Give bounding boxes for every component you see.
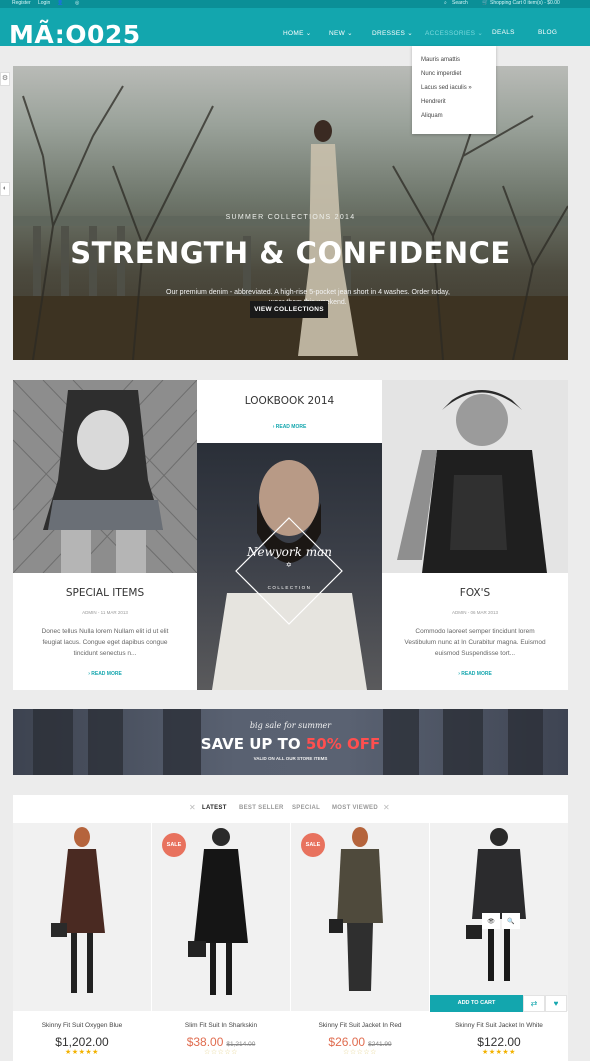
product-name[interactable]: Skinny Fit Suit Oxygen Blue — [13, 1022, 151, 1029]
cart-icon[interactable]: 🛒 — [482, 0, 488, 6]
lookbook-photo: Newyork man ✡ COLLECTION — [197, 443, 382, 690]
accessories-dropdown-menu: Mauris amattis Nunc imperdiet Lacus sed … — [412, 46, 496, 134]
quick-view-button[interactable]: 👁 — [482, 913, 500, 929]
product-price: $1,202.00 — [55, 1035, 109, 1049]
lookbook-badge-title: Newyork man — [247, 545, 332, 559]
register-link[interactable]: Register — [12, 0, 31, 6]
product-tabs: ✕ LATEST BEST SELLER SPECIAL MOST VIEWED… — [13, 795, 568, 823]
feature-card-special-items[interactable]: SPECIAL ITEMS ADMIN - 11 MAR 2013 Donec … — [13, 380, 197, 690]
product-rating: ★★★★★ — [482, 1049, 516, 1056]
user-icon[interactable]: 👤 — [57, 0, 63, 6]
product-image — [13, 823, 151, 1011]
feature-card-lookbook[interactable]: LOOKBOOK 2014 › READ MORE Newyork man ✡ … — [197, 380, 382, 690]
product-card[interactable]: SALE Skinny Fit Suit Jacket In Red $26.0… — [291, 823, 429, 1061]
gear-icon: ⚙ — [1, 75, 9, 82]
heart-icon: ♥ — [553, 999, 559, 1008]
language-icon[interactable]: ◎ — [75, 0, 79, 6]
main-header: MÃ:O025 HOME ⌄ NEW ⌄ DRESSES ⌄ ACCESSORI… — [0, 8, 590, 49]
zoom-button[interactable]: 🔍 — [502, 913, 520, 929]
tab-special[interactable]: SPECIAL — [292, 805, 320, 811]
tabs-right-decoration: ✕ — [383, 803, 390, 812]
lookbook-title: LOOKBOOK 2014 — [244, 395, 335, 407]
dropdown-item-aliquam[interactable]: Aliquam — [421, 113, 443, 119]
foxs-read-more[interactable]: › READ MORE — [382, 671, 568, 677]
theme-side-tab[interactable]: ◐ — [0, 182, 10, 196]
hero-headline: STRENGTH & CONFIDENCE — [70, 236, 511, 270]
special-items-read-more[interactable]: › READ MORE — [13, 671, 197, 677]
cart-label: ADD TO CART — [457, 1000, 496, 1006]
product-rating: ★★★★★ — [65, 1049, 99, 1056]
contrast-icon: ◐ — [2, 185, 8, 192]
dropdown-item-lacus[interactable]: Lacus sed iaculis » — [421, 85, 472, 91]
compare-button[interactable]: ⇄ — [523, 995, 545, 1012]
wishlist-button[interactable]: ♥ — [545, 995, 567, 1012]
product-name[interactable]: Skinny Fit Suit Jacket In White — [430, 1022, 568, 1029]
store-logo[interactable]: MÃ:O025 — [9, 20, 141, 49]
product-card[interactable]: Skinny Fit Suit Oxygen Blue $1,202.00 ★★… — [13, 823, 151, 1061]
product-old-price: $1,214.00 — [226, 1041, 256, 1048]
summer-sale-banner[interactable]: big sale for summer SAVE UP TO 50% OFF V… — [13, 709, 568, 775]
special-items-title: SPECIAL ITEMS — [65, 587, 145, 599]
view-collections-button[interactable]: VIEW COLLECTIONS — [250, 301, 328, 318]
product-price: $122.00 — [477, 1035, 521, 1049]
tab-most-viewed[interactable]: MOST VIEWED — [332, 805, 378, 811]
feature-card-foxs[interactable]: FOX'S ADMIN - 06 MAR 2013 Commodo laoree… — [382, 380, 568, 690]
star-icon: ✡ — [285, 562, 294, 569]
banner-note: VALID ON ALL OUR STORE ITEMS — [253, 756, 328, 761]
eye-icon: 👁 — [487, 919, 495, 925]
sale-badge: SALE — [301, 833, 325, 857]
lookbook-badge-subtitle: COLLECTION — [267, 585, 312, 590]
top-bar: Register Login 👤 ◎ ⌕ Search 🛒 Shopping C… — [0, 0, 590, 8]
add-to-cart-button[interactable]: ADD TO CART — [430, 995, 523, 1012]
sale-badge: SALE — [162, 833, 186, 857]
tabs-left-decoration: ✕ — [189, 803, 196, 812]
special-items-meta: ADMIN - 11 MAR 2013 — [82, 610, 128, 615]
product-name[interactable]: Slim Fit Suit In Sharkskin — [152, 1022, 290, 1029]
nav-dresses[interactable]: DRESSES ⌄ — [372, 29, 413, 37]
product-action-bar: ADD TO CART ⇄ ♥ — [430, 995, 568, 1012]
search-link[interactable]: Search — [452, 0, 468, 6]
product-panel: ✕ LATEST BEST SELLER SPECIAL MOST VIEWED… — [13, 795, 568, 1061]
nav-home[interactable]: HOME ⌄ — [283, 29, 312, 37]
banner-discount: 50% OFF — [305, 735, 381, 753]
nav-new[interactable]: NEW ⌄ — [329, 29, 353, 37]
special-items-excerpt: Donec tellus Nulla lorem Nullam elit id … — [41, 628, 169, 657]
product-card[interactable]: SALE Slim Fit Suit In Sharkskin $38.00 $1… — [152, 823, 290, 1061]
product-price: $38.00 — [186, 1035, 224, 1049]
lookbook-read-more[interactable]: › READ MORE — [197, 424, 382, 430]
tab-best-seller[interactable]: BEST SELLER — [239, 805, 284, 811]
foxs-title: FOX'S — [459, 587, 491, 599]
hero-subtitle: SUMMER COLLECTIONS 2014 — [225, 214, 356, 221]
product-old-price: $241.99 — [368, 1041, 392, 1048]
banner-headline: SAVE UP TO 50% OFF — [13, 735, 568, 753]
banner-tagline: big sale for summer — [249, 721, 332, 730]
cart-summary[interactable]: Shopping Cart 0 item(s) - $0.00 — [490, 0, 560, 6]
dropdown-item-nunc[interactable]: Nunc imperdiet — [421, 71, 461, 77]
product-rating: ☆☆☆☆☆ — [343, 1049, 377, 1056]
product-card[interactable]: 👁 🔍 ADD TO CART ⇄ ♥ Skinny Fit Suit Jack… — [430, 823, 568, 1061]
foxs-photo — [382, 380, 568, 573]
foxs-excerpt: Commodo laoreet semper tincidunt lorem V… — [404, 628, 546, 657]
login-link[interactable]: Login — [38, 0, 50, 6]
search-icon[interactable]: ⌕ — [444, 0, 447, 6]
dropdown-item-hendrerit[interactable]: Hendrerit — [421, 99, 446, 105]
nav-deals[interactable]: DEALS — [492, 29, 515, 36]
compare-icon: ⇄ — [530, 999, 538, 1008]
product-rating: ☆☆☆☆☆ — [204, 1049, 238, 1056]
dropdown-item-mauris[interactable]: Mauris amattis — [421, 57, 460, 63]
product-price: $26.00 — [328, 1035, 366, 1049]
settings-side-tab[interactable]: ⚙ — [0, 72, 10, 86]
banner-headline-prefix: SAVE UP TO — [200, 735, 306, 753]
foxs-meta: ADMIN - 06 MAR 2013 — [451, 610, 498, 615]
nav-blog[interactable]: BLOG — [538, 29, 557, 36]
tab-latest[interactable]: LATEST — [202, 805, 227, 811]
special-items-photo — [13, 380, 197, 573]
nav-accessories[interactable]: ACCESSORIES ⌄ — [425, 29, 483, 37]
product-name[interactable]: Skinny Fit Suit Jacket In Red — [291, 1022, 429, 1029]
zoom-icon: 🔍 — [507, 919, 515, 925]
